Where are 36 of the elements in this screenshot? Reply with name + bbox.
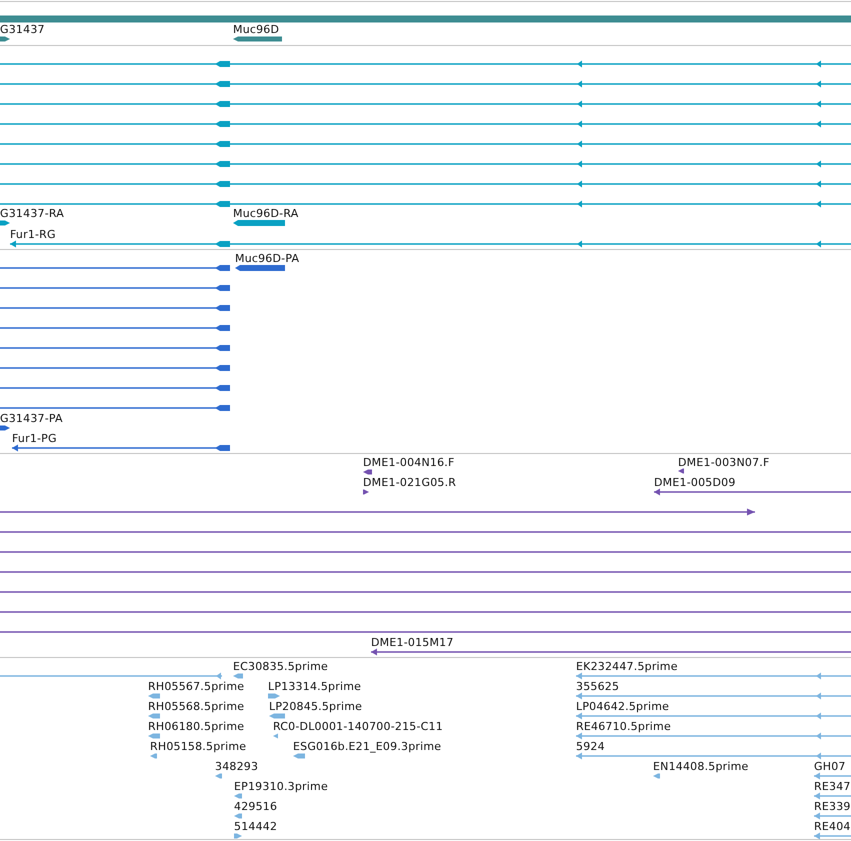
feature-label: 429516 xyxy=(234,800,278,813)
feature-label: LP20845.5prime xyxy=(269,700,362,713)
feature-label: RH05568.5prime xyxy=(148,700,244,713)
feature-label: DME1-021G05.R xyxy=(363,476,456,489)
feature-label: EK232447.5prime xyxy=(576,660,678,673)
feature-label: Muc96D-PA xyxy=(235,252,300,265)
feature-label: RH06180.5prime xyxy=(148,720,244,733)
feature-label: G31437 xyxy=(0,23,45,36)
feature-label: RE347 xyxy=(814,780,851,793)
feature-label: Fur1-RG xyxy=(10,228,56,241)
feature-label: G31437-PA xyxy=(0,412,63,425)
feature-label: RE339 xyxy=(814,800,851,813)
feature-label: 355625 xyxy=(576,680,620,693)
feature-label: 348293 xyxy=(215,760,258,773)
feature-label: 5924 xyxy=(576,740,605,753)
feature-label: 514442 xyxy=(234,820,278,833)
feature-label: RH05567.5prime xyxy=(148,680,244,693)
feature-label: RC0-DL0001-140700-215-C11 xyxy=(273,720,443,733)
feature-label: EN14408.5prime xyxy=(653,760,749,773)
feature-label: EC30835.5prime xyxy=(233,660,328,673)
feature-label: EP19310.3prime xyxy=(234,780,328,793)
feature-label: Muc96D xyxy=(233,23,280,36)
feature-label: DME1-005D09 xyxy=(654,476,736,489)
feature-label: RH05158.5prime xyxy=(150,740,246,753)
feature-label: DME1-003N07.F xyxy=(678,456,770,469)
feature-label: LP04642.5prime xyxy=(576,700,670,713)
feature-label: DME1-004N16.F xyxy=(363,456,455,469)
feature-label: LP13314.5prime xyxy=(268,680,362,693)
feature-label: ESG016b.E21_E09.3prime xyxy=(293,740,442,753)
feature-label: RE46710.5prime xyxy=(576,720,671,733)
feature-label: Fur1-PG xyxy=(12,432,57,445)
feature-label: G31437-RA xyxy=(0,207,64,220)
feature-label: DME1-015M17 xyxy=(371,636,454,649)
feature-label: GH07 xyxy=(814,760,846,773)
feature-label: RE404 xyxy=(814,820,851,833)
feature-label: Muc96D-RA xyxy=(233,207,298,220)
